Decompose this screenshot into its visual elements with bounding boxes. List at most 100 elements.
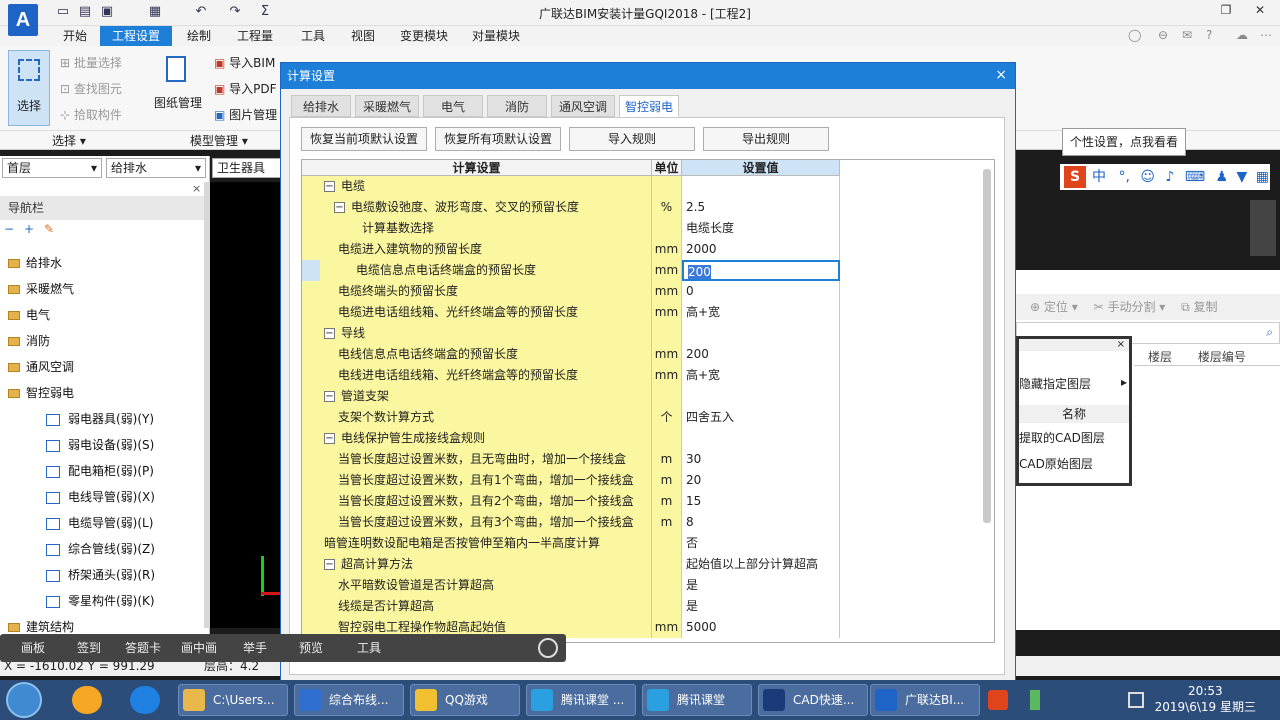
restore-window-icon[interactable]: ❐ xyxy=(1212,3,1240,21)
collapse-toggle-icon[interactable]: − xyxy=(324,391,335,402)
setting-value-cell[interactable]: 是 xyxy=(682,596,840,617)
sogou-browser-icon[interactable] xyxy=(130,686,160,714)
settings-row[interactable]: 电线信息点电话终端盒的预留长度 mm 200 xyxy=(302,344,840,365)
setting-value-cell[interactable]: 否 xyxy=(682,533,840,554)
nav-category[interactable]: 智控弱电 xyxy=(0,380,200,406)
emoji-icon[interactable]: ☺ xyxy=(1140,169,1155,185)
settings-row[interactable]: 当管长度超过设置米数，且有3个弯曲，增加一个接线盒 m 8 xyxy=(302,512,840,533)
drawing-viewport[interactable] xyxy=(210,182,290,628)
settings-row[interactable]: 当管长度超过设置米数，且有2个弯曲，增加一个接线盒 m 15 xyxy=(302,491,840,512)
settings-row[interactable]: 线缆是否计算超高 是 xyxy=(302,596,840,617)
collapse-toggle-icon[interactable]: − xyxy=(324,433,335,444)
restore-all-default-button[interactable]: 恢复所有项默认设置 xyxy=(435,127,561,151)
setting-value-cell[interactable] xyxy=(682,323,840,344)
settings-row[interactable]: − 电缆 xyxy=(302,176,840,197)
classroom-tool-button[interactable]: 画中画 xyxy=(174,634,224,662)
user-icon[interactable]: ◯ xyxy=(1128,28,1141,42)
browser-icon[interactable] xyxy=(72,686,102,714)
collapse-toggle-icon[interactable]: − xyxy=(324,181,335,192)
cloud-icon[interactable]: ☁ xyxy=(1236,28,1248,42)
menu-tab-change-module[interactable]: 变更模块 xyxy=(392,26,456,46)
menu-tab-reconcile-module[interactable]: 对量模块 xyxy=(464,26,528,46)
classroom-tool-button[interactable]: 工具 xyxy=(344,634,394,662)
setting-value-cell[interactable]: 起始值以上部分计算超高 xyxy=(682,554,840,575)
batch-select-button[interactable]: ⊞ 批量选择 xyxy=(60,54,122,71)
dialog-tab[interactable]: 通风空调 xyxy=(551,95,615,117)
setting-value-cell[interactable]: 30 xyxy=(682,449,840,470)
hide-layers-item[interactable]: 隐藏指定图层 ▸ xyxy=(1019,375,1129,392)
classroom-tool-button[interactable]: 签到 xyxy=(64,634,114,662)
pick-component-button[interactable]: ⊹ 拾取构件 xyxy=(60,106,122,123)
settings-row[interactable]: − 超高计算方法 起始值以上部分计算超高 xyxy=(302,554,840,575)
settings-row[interactable]: 当管长度超过设置米数，且无弯曲时，增加一个接线盒 m 30 xyxy=(302,449,840,470)
close-panel-icon[interactable]: × xyxy=(192,182,201,195)
ime-mode-label[interactable]: 中 xyxy=(1092,169,1106,185)
settings-row[interactable]: − 电缆敷设弛度、波形弯度、交叉的预留长度% 2.5 xyxy=(302,197,840,218)
save-icon[interactable]: ▣ xyxy=(98,4,116,20)
battery-icon[interactable] xyxy=(1030,690,1040,710)
setting-value-cell[interactable]: 0 xyxy=(682,281,840,302)
drawing-management-button[interactable]: 图纸管理 xyxy=(146,50,206,126)
undo-icon[interactable]: ↶ xyxy=(192,4,210,20)
nav-category[interactable]: 采暖燃气 xyxy=(0,276,200,302)
redo-icon[interactable]: ↷ xyxy=(226,4,244,20)
dialog-tab[interactable]: 消防 xyxy=(487,95,547,117)
extracted-cad-layer-item[interactable]: 提取的CAD图层 xyxy=(1019,429,1105,446)
menu-tab-start[interactable]: 开始 xyxy=(52,26,98,46)
settings-row[interactable]: 暗管连明数设配电箱是否按管伸至箱内一半高度计算 否 xyxy=(302,533,840,554)
dialog-tab[interactable]: 给排水 xyxy=(291,95,351,117)
message-icon[interactable]: ✉ xyxy=(1182,28,1192,42)
classroom-tool-button[interactable]: 答题卡 xyxy=(118,634,168,662)
setting-value-cell[interactable]: 2000 xyxy=(682,239,840,260)
shirt-icon[interactable]: ▼ xyxy=(1237,169,1248,185)
setting-value-cell[interactable]: 是 xyxy=(682,575,840,596)
floor-select[interactable]: 首层 ▾ xyxy=(2,158,102,178)
open-folder-icon[interactable]: ▤ xyxy=(76,4,94,20)
collapse-toggle-icon[interactable]: − xyxy=(334,202,345,213)
setting-value-cell[interactable] xyxy=(682,176,840,197)
component-select[interactable]: 卫生器具(水 xyxy=(212,158,282,178)
nav-subitem[interactable]: 电缆导管(弱)(L) xyxy=(0,510,200,536)
taskbar-item[interactable]: 广联达BI... xyxy=(870,684,980,716)
settings-row[interactable]: 计算基数选择 电缆长度 xyxy=(302,218,840,239)
app-logo-icon[interactable]: A xyxy=(8,4,38,36)
taskbar-item[interactable]: 腾讯课堂 ... xyxy=(526,684,636,716)
help-icon[interactable]: ? xyxy=(1206,28,1212,42)
settings-row[interactable]: 水平暗数设管道是否计算超高 是 xyxy=(302,575,840,596)
edit-nav-icon[interactable]: ✎ xyxy=(44,222,54,236)
export-rules-button[interactable]: 导出规则 xyxy=(703,127,829,151)
system-clock[interactable]: 20:53 2019\6\19 星期三 xyxy=(1155,683,1256,715)
settings-row[interactable]: − 管道支架 xyxy=(302,386,840,407)
import-bim-button[interactable]: ▣ 导入BIM xyxy=(214,54,275,71)
classroom-tool-button[interactable]: 画板 xyxy=(8,634,58,662)
grid-scrollbar[interactable] xyxy=(983,169,991,523)
setting-value-cell[interactable]: 5000 xyxy=(682,617,840,638)
network-icon[interactable] xyxy=(1128,692,1144,708)
import-rules-button[interactable]: 导入规则 xyxy=(569,127,695,151)
select-tool-button[interactable]: 选择 xyxy=(8,50,50,126)
punctuation-icon[interactable]: °, xyxy=(1118,169,1129,185)
setting-value-cell[interactable]: 高+宽 xyxy=(682,302,840,323)
image-management-button[interactable]: ▣ 图片管理 xyxy=(214,106,277,123)
collapse-all-icon[interactable]: − xyxy=(4,222,14,236)
taskbar-item[interactable]: CAD快速... xyxy=(758,684,868,716)
setting-value-cell[interactable]: 四舍五入 xyxy=(682,407,840,428)
settings-row[interactable]: − 导线 xyxy=(302,323,840,344)
menu-tab-tools[interactable]: 工具 xyxy=(290,26,336,46)
dialog-tab[interactable]: 智控弱电 xyxy=(619,95,679,117)
taskbar-item[interactable]: QQ游戏 xyxy=(410,684,520,716)
ime-tray-icon[interactable] xyxy=(988,690,1008,710)
skin-icon[interactable]: ♟ xyxy=(1215,169,1228,185)
minimize-ribbon-icon[interactable]: ⊖ xyxy=(1158,28,1168,42)
view-cube-icon[interactable] xyxy=(1250,200,1276,256)
voice-icon[interactable]: ♪ xyxy=(1165,169,1174,185)
settings-row[interactable]: 电缆终端头的预留长度 mm 0 xyxy=(302,281,840,302)
sum-icon[interactable]: Σ xyxy=(256,4,274,20)
toolbox-icon[interactable]: ▦ xyxy=(1256,169,1269,185)
close-window-icon[interactable]: ✕ xyxy=(1246,3,1274,21)
nav-subitem[interactable]: 电线导管(弱)(X) xyxy=(0,484,200,510)
expand-all-icon[interactable]: + xyxy=(24,222,34,236)
taskbar-item[interactable]: 腾讯课堂 xyxy=(642,684,752,716)
classroom-tool-button[interactable]: 预览 xyxy=(286,634,336,662)
dialog-tab[interactable]: 采暖燃气 xyxy=(355,95,419,117)
